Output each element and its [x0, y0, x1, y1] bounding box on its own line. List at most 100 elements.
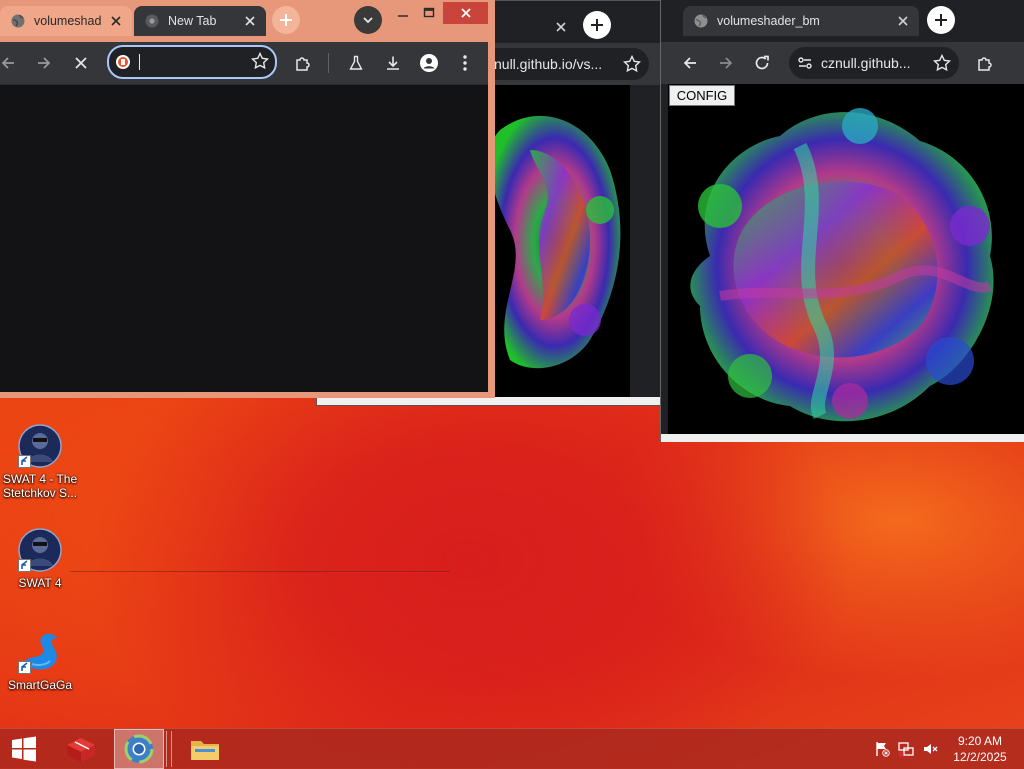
shortcut-arrow-icon — [18, 559, 31, 572]
page-scrollbar[interactable] — [630, 85, 663, 397]
flask-icon — [349, 55, 363, 70]
new-tab-button[interactable] — [583, 11, 611, 39]
box-app-icon — [67, 738, 95, 762]
close-window-button[interactable] — [443, 2, 488, 24]
network-icon — [898, 742, 914, 757]
extensions-button[interactable] — [289, 49, 317, 77]
bookmark-star-icon[interactable] — [933, 54, 951, 72]
close-icon — [556, 22, 566, 32]
window-bottom-border — [661, 434, 1024, 442]
volume-muted-icon — [924, 744, 938, 754]
tray-volume[interactable] — [920, 729, 940, 769]
tab-close-button[interactable] — [106, 11, 126, 31]
menu-button[interactable] — [451, 49, 479, 77]
tray-clock[interactable]: 9:20 AM 12/2/2025 — [950, 733, 1010, 765]
fractal-render — [690, 108, 994, 422]
tab-search-button[interactable] — [354, 6, 382, 34]
forward-button[interactable] — [712, 49, 740, 77]
start-button[interactable] — [0, 729, 48, 769]
toolbar-divider — [328, 53, 329, 73]
config-button[interactable]: CONFIG — [669, 85, 735, 106]
reload-button[interactable] — [748, 49, 776, 77]
stop-x-icon — [75, 57, 87, 69]
labs-button[interactable] — [342, 49, 370, 77]
arrow-left-icon — [1, 57, 14, 69]
toolbar: cznull.github... — [661, 42, 1024, 84]
tab-close-button[interactable] — [240, 11, 260, 31]
tab-close-button[interactable] — [893, 11, 913, 31]
close-icon — [460, 8, 471, 18]
window-bottom-border — [317, 397, 665, 405]
folder-icon — [191, 741, 219, 760]
tab-close-button[interactable] — [547, 13, 575, 41]
profile-button[interactable] — [415, 49, 443, 77]
taskbar: 9:20 AM 12/2/2025 — [0, 728, 1024, 769]
chevron-down-icon — [363, 17, 373, 24]
stop-button[interactable] — [67, 49, 95, 77]
chrome-icon — [124, 734, 154, 764]
desktop-icon-swat4-stetchkov[interactable]: SWAT 4 - The Stetchkov S... — [0, 424, 80, 500]
tab-strip: volumeshader_bm — [661, 0, 1024, 42]
tray-network[interactable] — [896, 729, 916, 769]
shortcut-arrow-icon — [18, 661, 31, 674]
tab-new-tab[interactable]: New Tab — [134, 6, 266, 36]
toolbar — [0, 42, 488, 84]
chrome-icon — [144, 13, 160, 29]
desktop-icon-swat4[interactable]: SWAT 4 — [0, 528, 80, 590]
globe-icon — [10, 13, 26, 29]
new-tab-button[interactable] — [927, 6, 955, 34]
swan-icon — [18, 630, 62, 674]
plus-icon — [591, 19, 603, 31]
bookmark-star-icon[interactable] — [623, 55, 641, 73]
address-input[interactable] — [139, 51, 233, 73]
maximize-button[interactable] — [416, 2, 442, 24]
flag-icon — [876, 742, 890, 757]
taskbar-app-red[interactable] — [58, 729, 104, 769]
shortcut-arrow-icon — [18, 455, 31, 468]
page-content: CONFIG — [668, 84, 1024, 434]
address-bar[interactable]: cznull.github... — [789, 47, 959, 79]
new-tab-button[interactable] — [272, 6, 300, 34]
desktop-icon-label: SmartGaGa — [7, 678, 73, 692]
taskbar-app-chrome-stack — [166, 731, 172, 767]
close-icon — [111, 16, 121, 26]
arrow-left-icon — [683, 57, 696, 69]
plus-icon — [935, 14, 947, 26]
desktop-icon-label: SWAT 4 — [18, 576, 62, 590]
tab-volumeshader[interactable]: volumeshad — [0, 6, 132, 36]
desktop-line — [70, 571, 450, 572]
minimize-button[interactable] — [390, 2, 416, 24]
browser-window-front[interactable]: volumeshad New Tab — [0, 0, 495, 398]
avatar-icon — [420, 54, 438, 72]
taskbar-app-chrome[interactable] — [114, 729, 164, 769]
address-bar[interactable]: znull.github.io/vs... — [477, 48, 649, 80]
downloads-button[interactable] — [379, 49, 407, 77]
extensions-button[interactable] — [971, 49, 999, 77]
arrow-right-icon — [720, 57, 733, 69]
tab-volumeshader[interactable]: volumeshader_bm — [683, 6, 919, 36]
close-icon — [245, 16, 255, 26]
back-button[interactable] — [0, 49, 22, 77]
swat-icon — [18, 528, 62, 572]
puzzle-icon — [296, 57, 310, 71]
tab-title: New Tab — [168, 14, 217, 28]
site-info-icon[interactable] — [797, 55, 813, 71]
taskbar-app-explorer[interactable] — [182, 729, 228, 769]
url-text: znull.github.io/vs... — [487, 56, 603, 72]
address-bar[interactable] — [107, 45, 277, 79]
forward-button[interactable] — [30, 49, 58, 77]
page-content — [0, 84, 488, 392]
clock-time: 9:20 AM — [957, 734, 1003, 748]
maximize-icon — [423, 7, 435, 18]
search-engine-icon — [115, 54, 131, 70]
tray-action-center[interactable] — [872, 729, 892, 769]
tab-strip: volumeshad New Tab — [0, 0, 495, 42]
back-button[interactable] — [676, 49, 704, 77]
windows-logo-icon — [12, 736, 36, 762]
close-icon — [898, 16, 908, 26]
browser-window-right[interactable]: volumeshader_bm cznull.github... CONFIG — [660, 0, 1024, 442]
arrow-right-icon — [38, 57, 51, 69]
desktop-icon-smartgaga[interactable]: SmartGaGa — [0, 630, 80, 692]
bookmark-star-icon[interactable] — [251, 52, 269, 70]
more-vert-icon — [463, 55, 467, 71]
